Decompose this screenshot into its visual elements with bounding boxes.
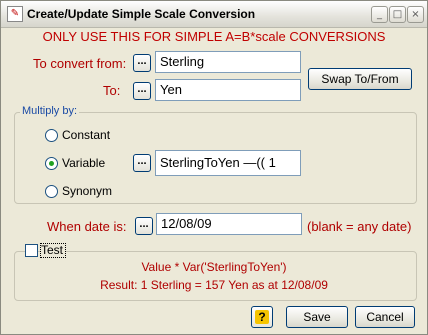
radio-constant[interactable]: [45, 129, 58, 142]
close-button[interactable]: ×: [407, 6, 424, 23]
radio-constant-label: Constant: [62, 128, 111, 142]
convert-to-field[interactable]: Yen: [155, 79, 301, 101]
date-hint: (blank = any date): [307, 219, 412, 234]
test-checkbox[interactable]: [25, 244, 38, 257]
convert-to-browse-button[interactable]: ...: [133, 82, 151, 100]
swap-to-from-button[interactable]: Swap To/From: [308, 68, 412, 90]
window-title: Create/Update Simple Scale Conversion: [27, 7, 256, 21]
variable-browse-button[interactable]: ...: [133, 154, 151, 172]
when-date-label: When date is:: [47, 219, 127, 234]
convert-to-label: To:: [103, 83, 121, 98]
save-button[interactable]: Save: [286, 306, 348, 328]
radio-synonym-label: Synonym: [62, 184, 113, 198]
test-label[interactable]: Test: [40, 243, 67, 258]
app-icon: ✎: [7, 6, 23, 22]
maximize-button[interactable]: □: [389, 6, 406, 23]
convert-from-browse-button[interactable]: ...: [133, 54, 151, 72]
cancel-button[interactable]: Cancel: [355, 306, 415, 328]
radio-variable[interactable]: [45, 157, 58, 170]
convert-from-field[interactable]: Sterling: [155, 51, 301, 73]
test-group: [14, 251, 417, 301]
conversion-dialog: ✎ Create/Update Simple Scale Conversion …: [0, 0, 428, 335]
radio-variable-label: Variable: [62, 156, 106, 170]
variable-field[interactable]: SterlingToYen —(( 1: [155, 150, 301, 176]
test-formula: Value * Var('SterlingToYen'): [141, 260, 287, 274]
help-icon: ?: [255, 310, 269, 324]
simple-conversion-warning: ONLY USE THIS FOR SIMPLE A=B*scale CONVE…: [42, 29, 386, 44]
test-result: Result: 1 Sterling = 157 Yen as at 12/08…: [100, 278, 328, 292]
minimize-button[interactable]: _: [371, 6, 388, 23]
multiply-by-legend: Multiply by:: [20, 105, 80, 117]
convert-from-label: To convert from:: [33, 56, 127, 71]
title-bar[interactable]: ✎ Create/Update Simple Scale Conversion …: [1, 1, 427, 28]
date-browse-button[interactable]: ...: [135, 217, 153, 235]
help-button[interactable]: ?: [251, 306, 273, 328]
date-field[interactable]: 12/08/09: [156, 213, 302, 235]
radio-synonym[interactable]: [45, 185, 58, 198]
